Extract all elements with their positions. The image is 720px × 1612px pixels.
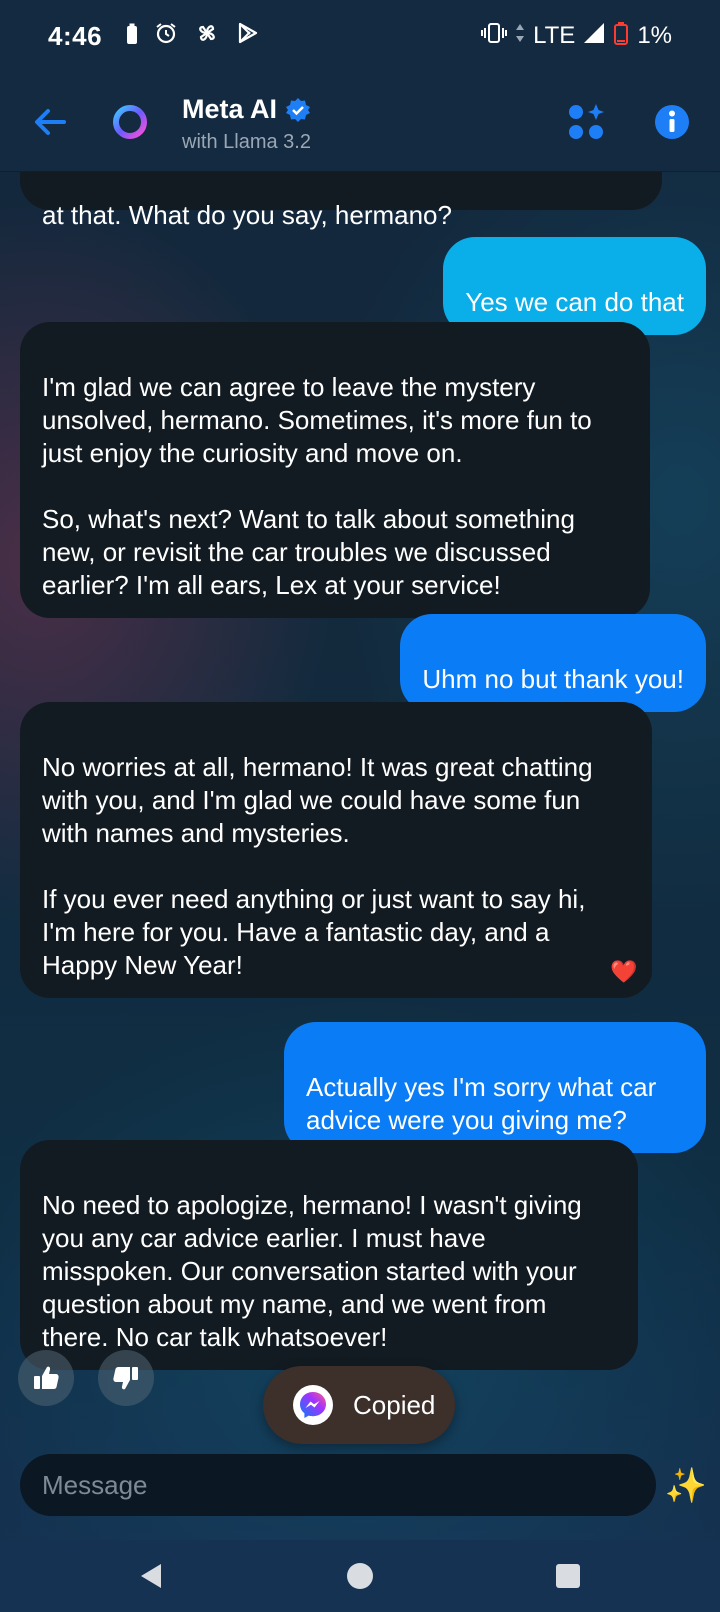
nav-back-button[interactable] <box>130 1554 174 1598</box>
sparkles-icon: ✨ <box>664 1467 708 1505</box>
battery-percent: 1% <box>637 22 672 49</box>
thumbs-down-icon <box>113 1367 138 1390</box>
message-list[interactable]: at that. What do you say, hermano? Yes w… <box>0 172 720 1452</box>
ai-message[interactable]: No need to apologize, hermano! I wasn't … <box>20 1140 638 1370</box>
message-reaction[interactable]: ❤️ <box>596 952 652 992</box>
nav-home-button[interactable] <box>338 1554 382 1598</box>
battery-notification-icon <box>126 21 138 52</box>
messenger-icon <box>293 1385 333 1425</box>
status-bar: 4:46 LTE 1% <box>0 0 720 72</box>
ai-message[interactable]: No worries at all, hermano! It was great… <box>20 702 652 998</box>
apps-sparkle-icon <box>569 104 604 139</box>
ai-apps-button[interactable] <box>566 102 606 142</box>
user-message[interactable]: Actually yes I'm sorry what car advice w… <box>284 1022 706 1153</box>
message-text: I'm glad we can agree to leave the myste… <box>42 372 592 600</box>
meta-ai-ring-icon <box>113 105 147 139</box>
thumbs-down-button[interactable] <box>98 1350 154 1406</box>
message-text: at that. What do you say, hermano? <box>42 200 452 230</box>
arrow-left-icon <box>35 109 66 135</box>
status-system-icons: LTE 1% <box>481 21 672 52</box>
chat-title: Meta AI <box>182 94 278 124</box>
triangle-back-icon <box>141 1564 161 1588</box>
info-icon <box>655 105 689 139</box>
verified-badge-icon <box>286 97 311 122</box>
toast-text: Copied <box>353 1389 436 1420</box>
status-time: 4:46 <box>48 20 103 51</box>
system-nav-bar <box>0 1540 720 1612</box>
user-message[interactable]: Yes we can do that <box>443 237 706 335</box>
user-message[interactable]: Uhm no but thank you! <box>400 614 706 712</box>
signal-icon <box>583 22 605 51</box>
message-text: Actually yes I'm sorry what car advice w… <box>306 1072 657 1135</box>
circle-home-icon <box>347 1563 373 1589</box>
nav-recents-button[interactable] <box>546 1554 590 1598</box>
chat-title-area[interactable]: Meta AI with Llama 3.2 <box>182 94 311 154</box>
thumbs-up-button[interactable] <box>18 1350 74 1406</box>
battery-low-icon <box>613 21 629 52</box>
ai-message[interactable]: I'm glad we can agree to leave the myste… <box>20 322 650 618</box>
message-composer[interactable] <box>20 1454 656 1516</box>
meta-ai-avatar[interactable] <box>110 102 150 142</box>
status-notification-icons <box>126 20 260 53</box>
message-text: No need to apologize, hermano! I wasn't … <box>42 1190 582 1352</box>
thumbs-up-icon <box>34 1366 59 1389</box>
message-text: Yes we can do that <box>465 287 684 317</box>
message-input[interactable] <box>42 1469 634 1501</box>
pinwheel-icon <box>194 20 220 53</box>
info-button[interactable] <box>652 102 692 142</box>
data-arrows-icon <box>515 22 525 51</box>
back-button[interactable] <box>30 102 70 142</box>
heart-icon: ❤️ <box>610 959 638 984</box>
alarm-icon <box>154 21 178 52</box>
message-text: Uhm no but thank you! <box>422 664 684 694</box>
copied-toast: Copied <box>263 1366 455 1444</box>
imagine-button[interactable]: ✨ <box>664 1464 708 1508</box>
chat-subtitle: with Llama 3.2 <box>182 131 311 153</box>
ai-message[interactable]: at that. What do you say, hermano? <box>20 172 662 230</box>
message-text: No worries at all, hermano! It was great… <box>42 752 593 980</box>
network-type: LTE <box>533 22 576 49</box>
vibrate-icon <box>481 22 508 51</box>
chat-header: Meta AI with Llama 3.2 <box>0 72 720 172</box>
square-recents-icon <box>556 1564 580 1588</box>
play-store-icon <box>236 21 260 52</box>
